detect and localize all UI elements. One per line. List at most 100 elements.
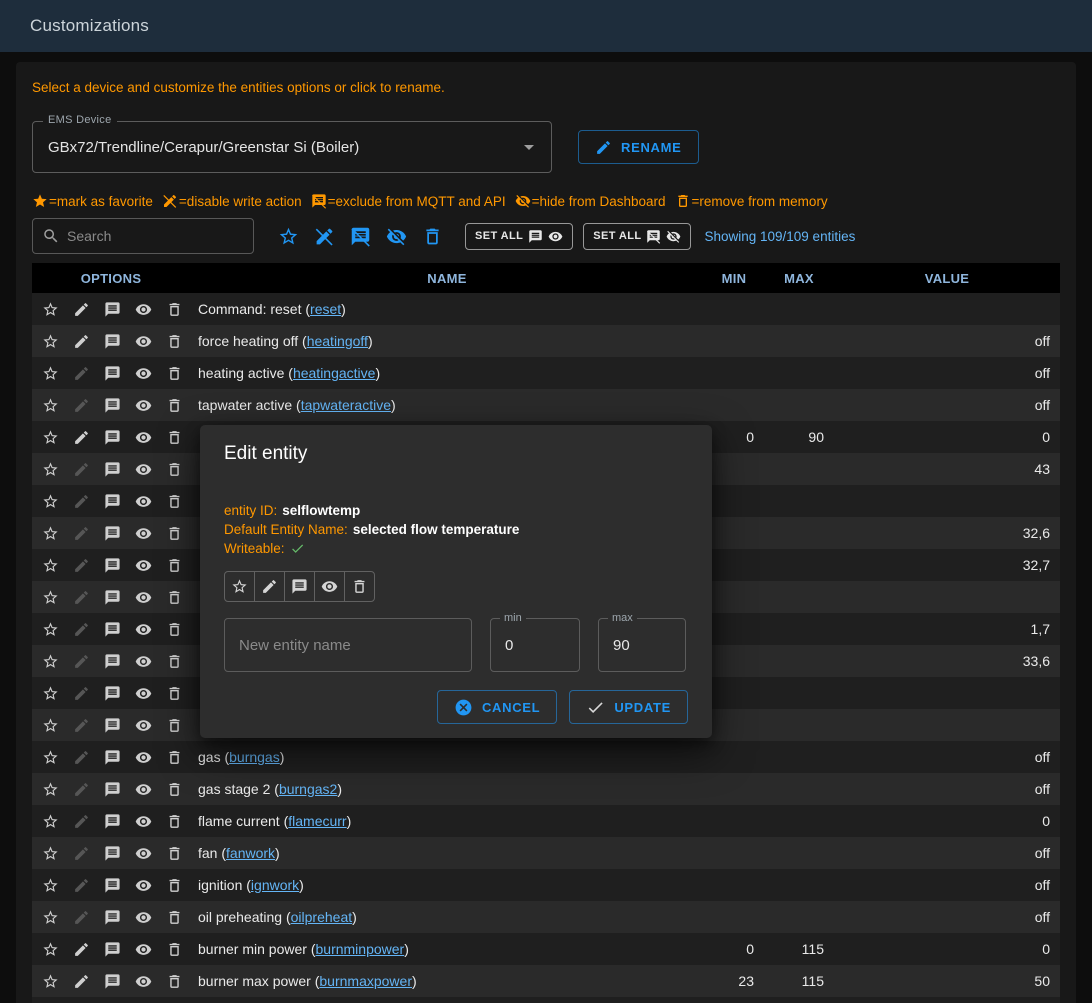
visibility-toggle[interactable] <box>135 525 152 542</box>
favorite-toggle[interactable] <box>42 621 59 638</box>
device-select[interactable]: EMS Device GBx72/Trendline/Cerapur/Green… <box>32 121 552 173</box>
table-row[interactable]: oil preheating (oilpreheat) off <box>32 901 1060 933</box>
filter-favorite-button[interactable] <box>276 224 301 249</box>
exclude-mqtt-toggle[interactable] <box>104 461 121 478</box>
edit-icon-button[interactable] <box>73 333 90 350</box>
entity-shortname-link[interactable]: burngas <box>229 749 280 765</box>
set-all-visible-button[interactable]: SET ALL <box>465 223 573 250</box>
favorite-toggle[interactable] <box>42 749 59 766</box>
edit-icon-button[interactable] <box>73 717 90 734</box>
exclude-mqtt-toggle[interactable] <box>104 845 121 862</box>
table-row[interactable]: gas stage 2 (burngas2) off <box>32 773 1060 805</box>
entity-shortname-link[interactable]: burngas2 <box>279 781 337 797</box>
exclude-mqtt-toggle[interactable] <box>104 397 121 414</box>
min-input[interactable] <box>505 637 565 654</box>
max-input[interactable] <box>613 637 671 654</box>
entity-shortname-link[interactable]: burnmaxpower <box>319 973 412 989</box>
exclude-mqtt-toggle[interactable] <box>104 333 121 350</box>
favorite-toggle[interactable] <box>42 973 59 990</box>
exclude-mqtt-toggle[interactable] <box>104 877 121 894</box>
filter-readonly-button[interactable] <box>312 224 337 249</box>
exclude-mqtt-toggle[interactable] <box>104 525 121 542</box>
visibility-toggle[interactable] <box>135 877 152 894</box>
exclude-mqtt-toggle[interactable] <box>104 973 121 990</box>
edit-icon-button[interactable] <box>73 909 90 926</box>
edit-icon-button[interactable] <box>73 749 90 766</box>
exclude-mqtt-toggle[interactable] <box>104 909 121 926</box>
delete-toggle[interactable] <box>166 749 183 766</box>
favorite-toggle[interactable] <box>42 333 59 350</box>
favorite-toggle[interactable] <box>42 781 59 798</box>
favorite-toggle[interactable] <box>42 493 59 510</box>
table-row[interactable]: ignition (ignwork) off <box>32 869 1060 901</box>
delete-toggle[interactable] <box>166 365 183 382</box>
edit-icon-button[interactable] <box>73 525 90 542</box>
edit-icon-button[interactable] <box>73 685 90 702</box>
delete-toggle[interactable] <box>344 571 375 602</box>
edit-icon-button[interactable] <box>73 397 90 414</box>
edit-icon-button[interactable] <box>73 365 90 382</box>
edit-icon-button[interactable] <box>73 941 90 958</box>
visibility-toggle[interactable] <box>135 333 152 350</box>
edit-icon-button[interactable] <box>73 429 90 446</box>
favorite-toggle[interactable] <box>42 525 59 542</box>
visibility-toggle[interactable] <box>135 397 152 414</box>
table-row[interactable]: gas (burngas) off <box>32 741 1060 773</box>
edit-icon-button[interactable] <box>73 973 90 990</box>
edit-icon-button[interactable] <box>73 621 90 638</box>
delete-toggle[interactable] <box>166 941 183 958</box>
filter-hidden-button[interactable] <box>384 224 409 249</box>
entity-shortname-link[interactable]: oilpreheat <box>291 909 353 925</box>
entity-shortname-link[interactable]: tapwateractive <box>301 397 391 413</box>
edit-icon-button[interactable] <box>73 813 90 830</box>
favorite-toggle[interactable] <box>42 557 59 574</box>
visibility-toggle[interactable] <box>135 973 152 990</box>
edit-icon-button[interactable] <box>73 877 90 894</box>
favorite-toggle[interactable] <box>42 877 59 894</box>
visibility-toggle[interactable] <box>135 909 152 926</box>
favorite-toggle[interactable] <box>42 717 59 734</box>
favorite-toggle[interactable] <box>42 845 59 862</box>
exclude-mqtt-toggle[interactable] <box>104 365 121 382</box>
exclude-mqtt-toggle[interactable] <box>104 749 121 766</box>
favorite-toggle[interactable] <box>42 365 59 382</box>
filter-exclude-mqtt-button[interactable] <box>348 224 373 249</box>
exclude-mqtt-toggle[interactable] <box>104 493 121 510</box>
exclude-mqtt-toggle[interactable] <box>284 571 315 602</box>
delete-toggle[interactable] <box>166 717 183 734</box>
table-row[interactable]: burner max power (burnmaxpower) 23 115 5… <box>32 965 1060 997</box>
favorite-toggle[interactable] <box>42 461 59 478</box>
delete-toggle[interactable] <box>166 909 183 926</box>
table-row[interactable] <box>32 997 1060 1003</box>
favorite-toggle[interactable] <box>42 397 59 414</box>
set-all-hidden-button[interactable]: SET ALL <box>583 223 691 250</box>
edit-icon-button[interactable] <box>73 557 90 574</box>
update-button[interactable]: UPDATE <box>569 690 688 724</box>
delete-toggle[interactable] <box>166 973 183 990</box>
delete-toggle[interactable] <box>166 685 183 702</box>
visibility-toggle[interactable] <box>135 685 152 702</box>
table-row[interactable]: burner min power (burnminpower) 0 115 0 <box>32 933 1060 965</box>
delete-toggle[interactable] <box>166 845 183 862</box>
new-name-input[interactable] <box>239 637 457 654</box>
delete-toggle[interactable] <box>166 493 183 510</box>
exclude-mqtt-toggle[interactable] <box>104 429 121 446</box>
cancel-button[interactable]: CANCEL <box>437 690 557 724</box>
visibility-toggle[interactable] <box>135 429 152 446</box>
delete-toggle[interactable] <box>166 813 183 830</box>
visibility-toggle[interactable] <box>135 749 152 766</box>
favorite-toggle[interactable] <box>224 571 255 602</box>
delete-toggle[interactable] <box>166 877 183 894</box>
table-row[interactable]: tapwater active (tapwateractive) off <box>32 389 1060 421</box>
favorite-toggle[interactable] <box>42 589 59 606</box>
delete-toggle[interactable] <box>166 429 183 446</box>
delete-toggle[interactable] <box>166 397 183 414</box>
exclude-mqtt-toggle[interactable] <box>104 589 121 606</box>
delete-toggle[interactable] <box>166 653 183 670</box>
favorite-toggle[interactable] <box>42 685 59 702</box>
visibility-toggle[interactable] <box>135 653 152 670</box>
edit-icon-button[interactable] <box>73 461 90 478</box>
entity-shortname-link[interactable]: reset <box>310 301 341 317</box>
exclude-mqtt-toggle[interactable] <box>104 301 121 318</box>
table-row[interactable]: flame current (flamecurr) 0 <box>32 805 1060 837</box>
